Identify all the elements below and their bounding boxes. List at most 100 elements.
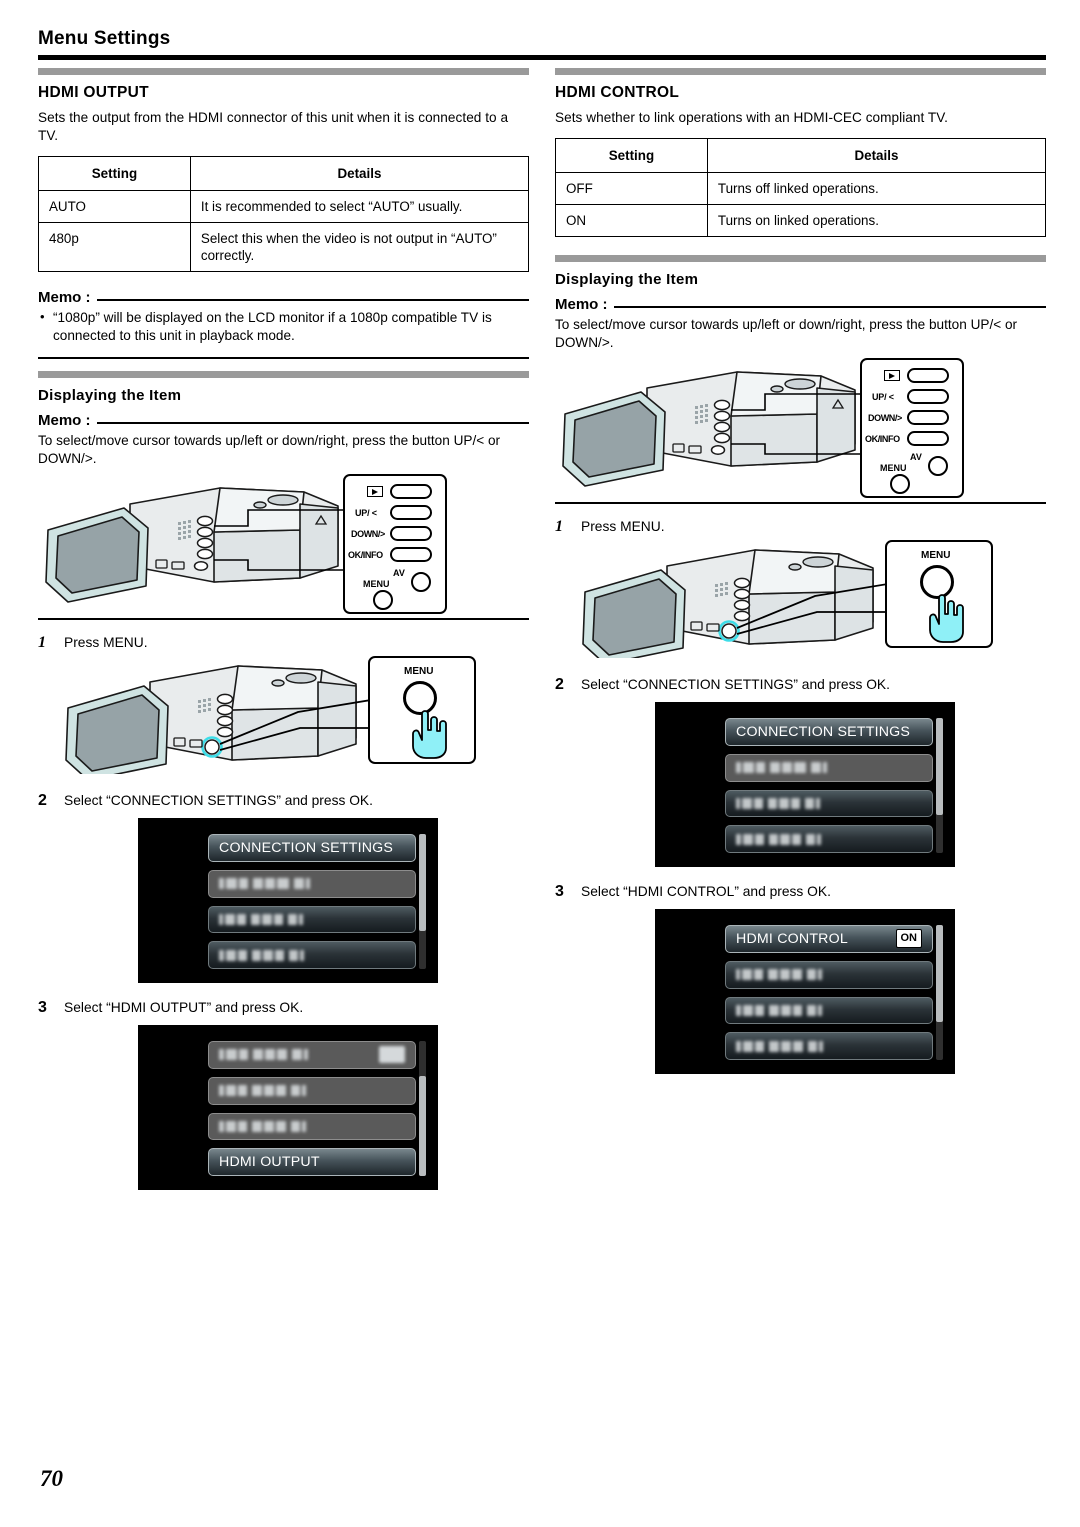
- play-icon: [884, 370, 900, 381]
- menu-callout-label: MENU: [921, 550, 951, 561]
- down-button[interactable]: [390, 526, 432, 541]
- ok-info-button-label: OK/INFO: [348, 550, 383, 560]
- section-divider-bar: [38, 68, 529, 75]
- memo-label: Memo :: [555, 296, 608, 313]
- menu-button-label: MENU: [880, 463, 907, 473]
- up-button-label: UP/ <: [355, 508, 377, 518]
- setting-details: Select this when the video is not output…: [189, 222, 530, 272]
- table-row: OFF Turns off linked operations.: [555, 172, 1047, 205]
- av-button[interactable]: [411, 572, 431, 592]
- two-column-body: HDMI OUTPUT Sets the output from the HDM…: [38, 68, 1047, 1190]
- obscured-label: [219, 1120, 306, 1132]
- up-button[interactable]: [907, 389, 949, 404]
- menu-item-label: HDMI OUTPUT: [219, 1154, 320, 1171]
- ok-info-button[interactable]: [390, 547, 432, 562]
- memo-list: “1080p” will be displayed on the LCD mon…: [38, 308, 529, 345]
- down-button-label: DOWN/>: [351, 529, 385, 539]
- menu-item-label: CONNECTION SETTINGS: [219, 839, 394, 856]
- table-header-details: Details: [189, 156, 530, 191]
- menu-item-obscured[interactable]: [725, 996, 933, 1025]
- step-number: 1: [38, 634, 46, 651]
- menu-item-obscured[interactable]: [725, 753, 933, 782]
- obscured-label: [219, 1049, 308, 1061]
- menu-item-obscured[interactable]: [208, 905, 416, 934]
- playback-button[interactable]: [390, 484, 432, 499]
- step-3: 3 Select “HDMI CONTROL” and press OK.: [555, 883, 1046, 901]
- menu-item-label: HDMI CONTROL: [736, 930, 848, 947]
- step-number: 3: [555, 883, 564, 900]
- menu-item-connection-settings[interactable]: CONNECTION SETTINGS: [208, 834, 416, 862]
- section-intro-text: Sets the output from the HDMI connector …: [38, 110, 509, 143]
- playback-button[interactable]: [907, 368, 949, 383]
- manual-page: Menu Settings HDMI OUTPUT Sets the outpu…: [0, 0, 1080, 1527]
- right-column: HDMI CONTROL Sets whether to link operat…: [555, 68, 1047, 1190]
- menu-item-obscured[interactable]: [725, 1032, 933, 1060]
- menu-item-hdmi-output[interactable]: HDMI OUTPUT: [208, 1148, 416, 1176]
- step-text: Select “CONNECTION SETTINGS” and press O…: [581, 677, 890, 692]
- menu-press-illustration: MENU: [38, 654, 529, 774]
- play-icon: [367, 486, 383, 497]
- step-text: Select “HDMI OUTPUT” and press OK.: [64, 1000, 304, 1015]
- menu-item-obscured[interactable]: [208, 869, 416, 898]
- menu-item-obscured[interactable]: [208, 941, 416, 969]
- step-2: 2 Select “CONNECTION SETTINGS” and press…: [38, 792, 529, 810]
- av-button-label: AV: [910, 452, 922, 462]
- step-text: Select “HDMI CONTROL” and press OK.: [581, 884, 831, 899]
- step-text: Press MENU.: [64, 635, 148, 650]
- av-button-label: AV: [393, 568, 405, 578]
- menu-button[interactable]: [890, 474, 910, 494]
- menu-item-obscured[interactable]: [725, 960, 933, 989]
- menu-item-obscured[interactable]: [725, 789, 933, 818]
- lcd-screen-hdmi-control: HDMI CONTROL ON: [655, 909, 955, 1074]
- menu-press-illustration: MENU: [555, 538, 1046, 658]
- camera-button-panel-illustration: UP/ < DOWN/> OK/INFO AV MENU: [38, 474, 529, 614]
- lcd-screen-hdmi-output: HDMI OUTPUT: [138, 1025, 438, 1190]
- status-badge: ON: [895, 929, 922, 949]
- table-row: ON Turns on linked operations.: [555, 204, 1047, 237]
- scrollbar[interactable]: [936, 718, 943, 853]
- step-1: 1 Press MENU.: [38, 634, 529, 652]
- memo-item: “1080p” will be displayed on the LCD mon…: [38, 308, 529, 345]
- ok-info-button[interactable]: [907, 431, 949, 446]
- setting-value: AUTO: [38, 190, 191, 223]
- menu-button[interactable]: [373, 590, 393, 610]
- obscured-label: [736, 833, 821, 845]
- section-divider-bar: [555, 68, 1046, 75]
- camera-button-panel-illustration: UP/ < DOWN/> OK/INFO AV MENU: [555, 358, 1046, 498]
- scrollbar[interactable]: [419, 1041, 426, 1176]
- section-divider-bar: [555, 255, 1046, 262]
- menu-item-hdmi-control[interactable]: HDMI CONTROL ON: [725, 925, 933, 953]
- menu-item-connection-settings[interactable]: CONNECTION SETTINGS: [725, 718, 933, 746]
- memo-heading: Memo :: [555, 296, 1046, 313]
- setting-value: 480p: [38, 222, 191, 272]
- memo-rule: [96, 298, 529, 301]
- up-button[interactable]: [390, 505, 432, 520]
- memo-label: Memo :: [38, 412, 91, 429]
- down-button[interactable]: [907, 410, 949, 425]
- memo-rule: [613, 305, 1046, 308]
- menu-item-obscured[interactable]: [208, 1076, 416, 1105]
- subsection-title-displaying-item: Displaying the Item: [38, 387, 182, 404]
- scrollbar[interactable]: [936, 925, 943, 1060]
- table-header-row: Setting Details: [38, 156, 530, 191]
- pointing-hand-icon: [929, 594, 964, 643]
- av-button[interactable]: [928, 456, 948, 476]
- setting-value: ON: [555, 204, 708, 237]
- menu-item-obscured[interactable]: [725, 825, 933, 853]
- menu-item-obscured[interactable]: [208, 1041, 416, 1069]
- section-divider-bar: [38, 371, 529, 378]
- memo-text: To select/move cursor towards up/left or…: [38, 433, 501, 466]
- menu-item-obscured[interactable]: [208, 1112, 416, 1141]
- obscured-value-badge: [379, 1046, 405, 1064]
- camera-illustration-svg: [45, 487, 368, 603]
- step-2: 2 Select “CONNECTION SETTINGS” and press…: [555, 676, 1046, 694]
- obscured-label: [219, 913, 303, 925]
- hdmi-output-settings-table: Setting Details AUTO It is recommended t…: [38, 156, 530, 272]
- scrollbar[interactable]: [419, 834, 426, 969]
- step-text: Press MENU.: [581, 519, 665, 534]
- page-header: Menu Settings: [38, 28, 1046, 60]
- button-panel-callout: UP/ < DOWN/> OK/INFO AV MENU: [860, 358, 964, 498]
- table-row: 480p Select this when the video is not o…: [38, 222, 530, 272]
- table-header-row: Setting Details: [555, 138, 1047, 173]
- menu-list: CONNECTION SETTINGS: [655, 702, 955, 867]
